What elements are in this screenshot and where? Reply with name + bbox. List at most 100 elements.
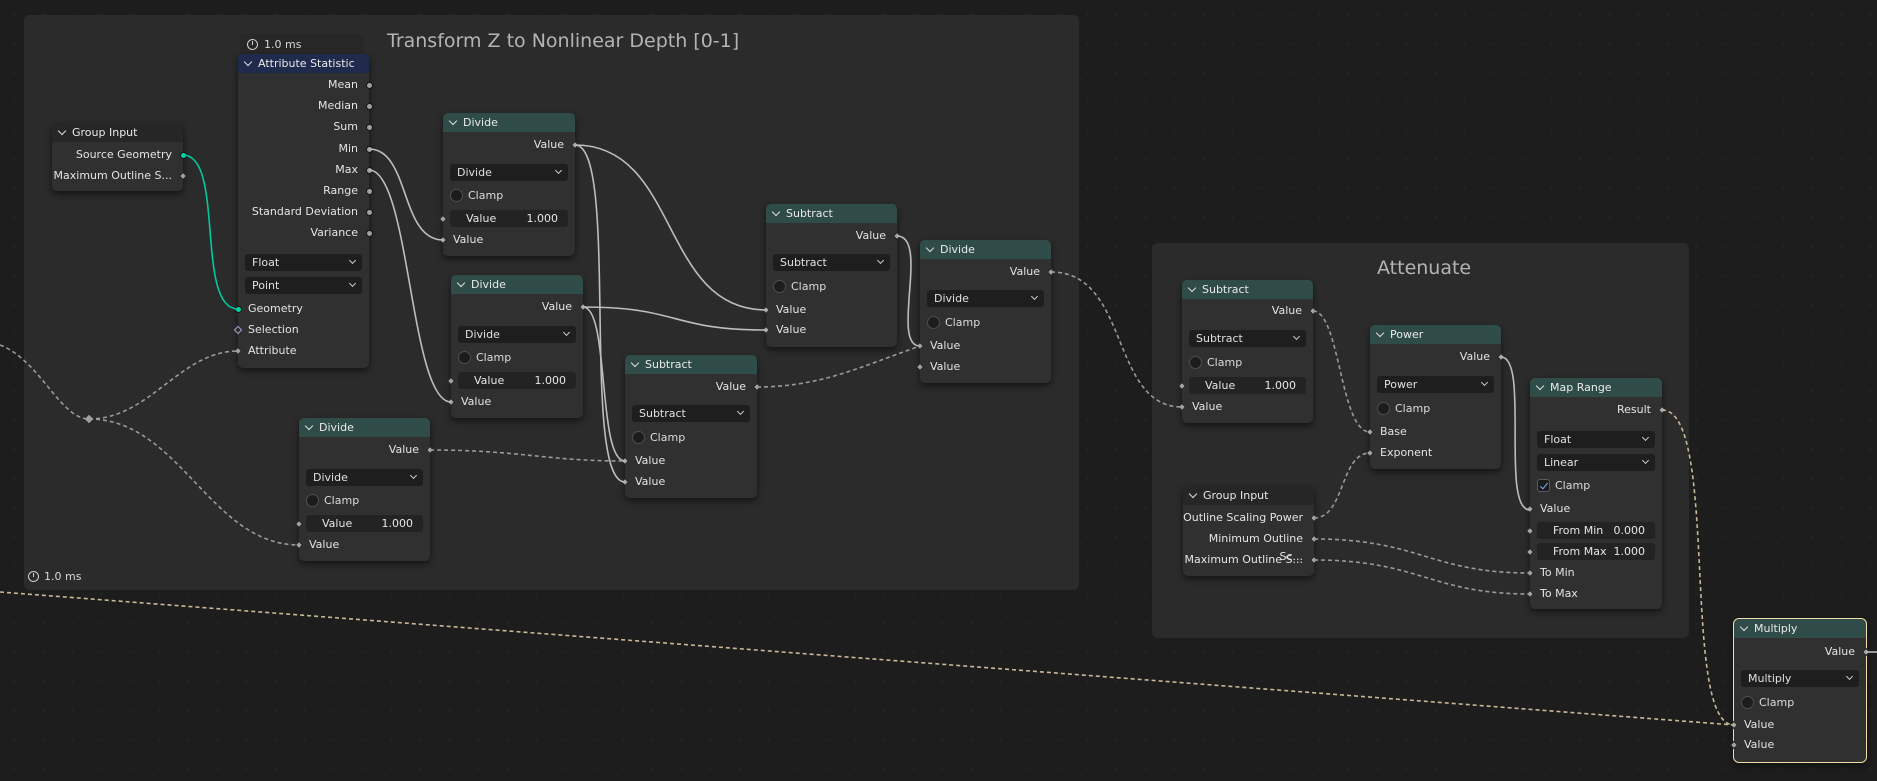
node-header[interactable]: Subtract: [625, 355, 757, 374]
operation-dropdown[interactable]: Divide: [927, 290, 1044, 307]
node-divide[interactable]: Divide Value Divide Clamp Value 1.000 Val…: [294, 418, 435, 561]
node-header[interactable]: Group Input: [52, 123, 183, 142]
operation-dropdown[interactable]: Subtract: [1189, 330, 1306, 347]
clamp-checkbox[interactable]: Clamp: [1377, 400, 1430, 416]
checkbox-checked[interactable]: [1537, 478, 1550, 492]
clamp-checkbox[interactable]: Clamp: [773, 278, 826, 294]
chevron-down-icon[interactable]: [1739, 622, 1749, 631]
checkbox-box[interactable]: [927, 315, 940, 329]
socket-source-geometry[interactable]: [180, 152, 187, 159]
socket-median[interactable]: [366, 103, 373, 110]
clamp-checkbox[interactable]: Clamp: [450, 187, 503, 203]
socket-geometry[interactable]: [235, 306, 242, 313]
chevron-down-icon[interactable]: [630, 358, 640, 367]
operation-dropdown[interactable]: Divide: [458, 326, 576, 343]
chevron-down-icon[interactable]: [925, 243, 935, 252]
value-field[interactable]: Value 1.000: [458, 372, 576, 389]
clamp-label: Clamp: [1207, 355, 1243, 369]
operation-dropdown[interactable]: Subtract: [773, 254, 890, 271]
chevron-down-icon[interactable]: [1375, 328, 1385, 337]
operation-dropdown[interactable]: Divide: [450, 164, 568, 181]
node-map-range[interactable]: Map Range Result Float Linear Clamp Valu…: [1525, 378, 1667, 609]
clamp-checkbox[interactable]: Clamp: [632, 429, 685, 445]
input-value-b: Value: [776, 323, 807, 336]
operation-dropdown[interactable]: Multiply: [1741, 670, 1859, 687]
checkbox-box[interactable]: [632, 430, 645, 444]
node-header[interactable]: Group Input: [1183, 486, 1314, 505]
value-field[interactable]: Value 1.000: [450, 210, 568, 227]
socket-min[interactable]: [366, 146, 373, 153]
node-subtract[interactable]: Subtract Value Subtract Clamp Value Valu…: [761, 204, 902, 347]
clamp-checkbox[interactable]: Clamp: [306, 492, 359, 508]
chevron-down-icon[interactable]: [1187, 283, 1197, 292]
value-field[interactable]: Value 1.000: [306, 515, 423, 532]
input-value: Value: [461, 395, 492, 408]
socket-std-dev[interactable]: [366, 209, 373, 216]
node-header[interactable]: Attribute Statistic: [238, 54, 369, 73]
clamp-checkbox[interactable]: Clamp: [458, 349, 511, 365]
input-attribute: Attribute: [248, 344, 297, 357]
socket-variance[interactable]: [366, 230, 373, 237]
node-subtract[interactable]: Subtract Value Subtract Clamp Value 1.000…: [1177, 280, 1318, 423]
chevron-down-icon[interactable]: [771, 207, 781, 216]
operation-dropdown[interactable]: Power: [1377, 376, 1494, 393]
chevron-down-icon[interactable]: [1188, 489, 1198, 498]
node-attribute-statistic[interactable]: Attribute Statistic Mean Median Sum Min …: [233, 54, 373, 368]
clamp-checkbox[interactable]: Clamp: [1741, 694, 1794, 710]
chevron-down-icon[interactable]: [448, 116, 458, 125]
socket-mean[interactable]: [366, 82, 373, 89]
socket-sum[interactable]: [366, 124, 373, 131]
input-geometry: Geometry: [248, 302, 303, 315]
clamp-checkbox[interactable]: Clamp: [1189, 354, 1242, 370]
node-divide[interactable]: Divide Value Divide Clamp Value 1.000 Val…: [446, 275, 588, 418]
checkbox-box[interactable]: [1189, 355, 1202, 369]
operation-dropdown[interactable]: Divide: [306, 469, 423, 486]
input-value-a: Value: [930, 339, 961, 352]
clamp-checkbox[interactable]: Clamp: [1537, 477, 1590, 493]
output-std-dev: Standard Deviation: [251, 205, 358, 218]
checkbox-box[interactable]: [1377, 401, 1390, 415]
node-header[interactable]: Divide: [920, 240, 1051, 259]
node-header[interactable]: Subtract: [1182, 280, 1313, 299]
node-multiply[interactable]: Multiply Value Multiply Clamp Value Valu…: [1729, 618, 1871, 763]
domain-dropdown[interactable]: Point: [245, 277, 362, 294]
chevron-down-icon[interactable]: [456, 278, 466, 287]
from-min-field[interactable]: From Min 0.000: [1537, 522, 1655, 539]
node-divide[interactable]: Divide Value Divide Clamp Value 1.000 Val…: [438, 113, 580, 256]
chevron-down-icon[interactable]: [243, 57, 253, 66]
field-label: Value: [322, 517, 353, 530]
node-header[interactable]: Power: [1370, 325, 1501, 344]
checkbox-box[interactable]: [306, 493, 319, 507]
chevron-down-icon[interactable]: [1535, 381, 1545, 390]
value-field[interactable]: Value 1.000: [1189, 377, 1306, 394]
from-max-field[interactable]: From Max 1.000: [1537, 543, 1655, 560]
frame-title: Attenuate: [1377, 257, 1472, 279]
checkbox-box[interactable]: [773, 279, 786, 293]
node-header[interactable]: Divide: [451, 275, 583, 294]
node-power[interactable]: Power Value Power Clamp Base Exponent: [1365, 325, 1506, 469]
node-header[interactable]: Subtract: [766, 204, 897, 223]
checkbox-box[interactable]: [1741, 695, 1754, 709]
node-header[interactable]: Multiply: [1734, 619, 1866, 638]
chevron-down-icon[interactable]: [57, 126, 67, 135]
checkbox-box[interactable]: [450, 188, 463, 202]
node-divide[interactable]: Divide Value Divide Clamp Value Value: [915, 240, 1056, 383]
node-header[interactable]: Divide: [443, 113, 575, 132]
socket-max[interactable]: [366, 167, 373, 174]
node-header[interactable]: Divide: [299, 418, 430, 437]
clamp-checkbox[interactable]: Clamp: [927, 314, 980, 330]
node-group-input[interactable]: Group Input Outline Scaling Power Minimu…: [1183, 486, 1319, 576]
chevron-down-icon[interactable]: [304, 421, 314, 430]
checkbox-box[interactable]: [458, 350, 471, 364]
data-type-dropdown[interactable]: Float: [245, 254, 362, 271]
data-type-dropdown[interactable]: Float: [1537, 431, 1655, 448]
output-result: Result: [1617, 403, 1651, 416]
input-value-a: Value: [1744, 718, 1775, 731]
node-group-input[interactable]: Group Input Source Geometry Maximum Outl…: [52, 123, 188, 191]
node-subtract[interactable]: Subtract Value Subtract Clamp Value Valu…: [620, 355, 762, 498]
input-value: Value: [453, 233, 484, 246]
interpolation-dropdown[interactable]: Linear: [1537, 454, 1655, 471]
operation-dropdown[interactable]: Subtract: [632, 405, 750, 422]
node-header[interactable]: Map Range: [1530, 378, 1662, 397]
socket-range[interactable]: [366, 188, 373, 195]
